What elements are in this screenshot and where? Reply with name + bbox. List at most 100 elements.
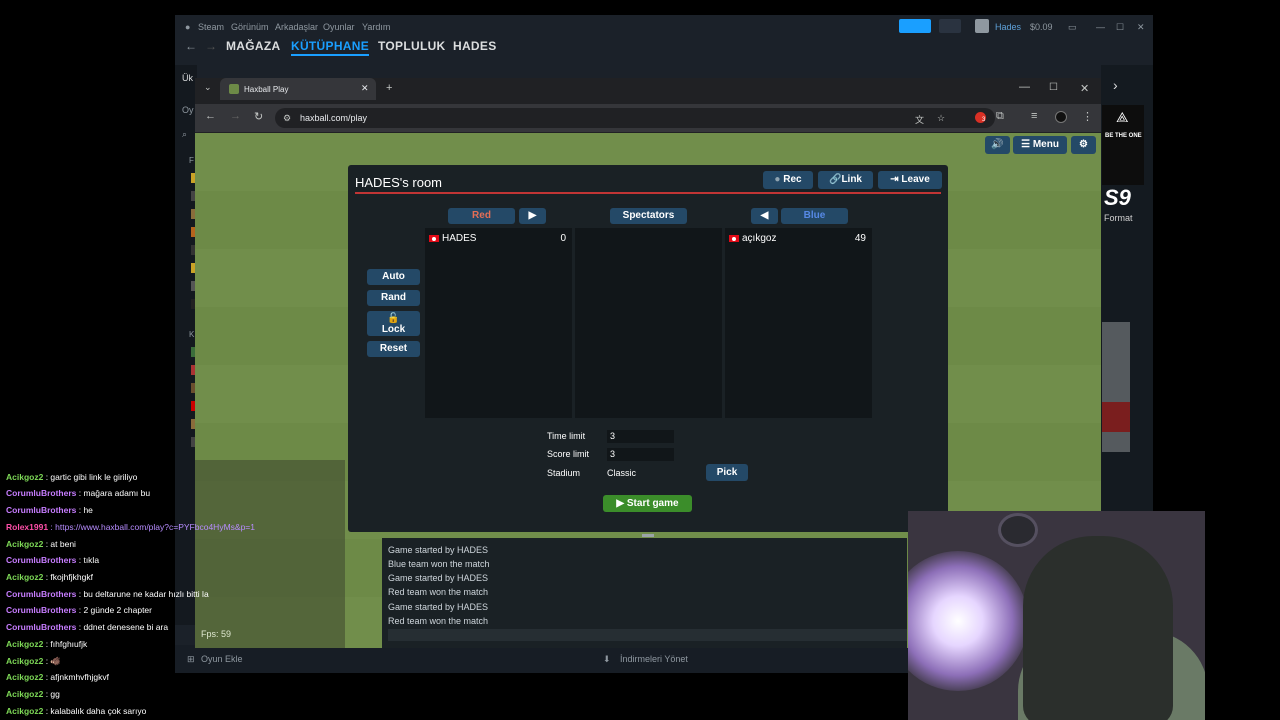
- profile-icon[interactable]: [1055, 111, 1067, 123]
- downloads-icon[interactable]: ⬇: [603, 654, 611, 665]
- leave-button[interactable]: ⇥ Leave: [878, 171, 942, 189]
- room-title: HADES's room: [355, 175, 443, 190]
- chat-user: Acikgoz2: [6, 689, 44, 699]
- steam-menu-games[interactable]: Oyunlar: [323, 22, 355, 32]
- forward-icon[interactable]: →: [205, 39, 217, 53]
- steam-menu-friends[interactable]: Arkadaşlar: [275, 22, 318, 32]
- translate-icon[interactable]: 文: [915, 113, 924, 126]
- chat-user: CorumluBrothers: [6, 605, 77, 615]
- tab-close-icon[interactable]: ✕: [361, 83, 369, 94]
- reload-icon[interactable]: ↻: [254, 110, 263, 123]
- site-info-icon[interactable]: ⚙: [283, 113, 291, 124]
- start-game-button[interactable]: ▶ Start game: [603, 495, 692, 512]
- chat-user: Acikgoz2: [6, 539, 44, 549]
- steam-menu-steam[interactable]: Steam: [198, 22, 224, 32]
- streamer: [1023, 536, 1173, 720]
- chat-message: Acikgoz2 : gg: [6, 689, 60, 699]
- steam-menu-help[interactable]: Yardım: [362, 22, 390, 32]
- media-icon[interactable]: ≡: [1031, 110, 1037, 122]
- chat-text: : gg: [43, 689, 60, 699]
- chat-message: Acikgoz2 : afjnkmhvfhjgkvf: [6, 672, 109, 682]
- leave-icon: ⇥: [890, 174, 899, 185]
- chat-message: CorumluBrothers : tıkla: [6, 555, 99, 565]
- forward-icon[interactable]: →: [230, 110, 241, 122]
- search-icon[interactable]: ⌕: [182, 129, 187, 140]
- chat-message: Acikgoz2 : fıhfghıufjk: [6, 639, 87, 649]
- logo-icon: ⟁: [1116, 109, 1129, 125]
- sound-button[interactable]: 🔊: [985, 136, 1010, 154]
- chat-message: CorumluBrothers : he: [6, 505, 93, 515]
- link-label: Link: [841, 174, 862, 185]
- sponsor-slogan: BE THE ONE: [1105, 133, 1142, 139]
- join-blue-button[interactable]: Blue: [781, 208, 848, 224]
- extension-badge: 3: [982, 117, 986, 123]
- chat-text: : 🐗: [43, 656, 61, 666]
- pick-stadium-button[interactable]: Pick: [706, 464, 748, 481]
- chevron-right-icon[interactable]: ›: [1113, 77, 1118, 93]
- score-limit-select[interactable]: 3: [607, 448, 674, 461]
- resize-handle[interactable]: [642, 534, 654, 537]
- join-spectators-button[interactable]: Spectators: [610, 208, 687, 224]
- avatar[interactable]: [975, 19, 989, 33]
- chat-message: Acikgoz2 : at beni: [6, 539, 76, 549]
- tab-haxball[interactable]: Haxball Play ✕: [220, 78, 376, 100]
- url-text[interactable]: haxball.com/play: [300, 113, 367, 123]
- reset-button[interactable]: Reset: [367, 341, 420, 357]
- more-icon[interactable]: ⋮: [1082, 110, 1093, 123]
- rec-button[interactable]: ● Rec: [763, 171, 813, 189]
- player-row[interactable]: açıkgoz 49: [729, 233, 868, 245]
- back-icon[interactable]: ←: [205, 110, 216, 122]
- rand-button[interactable]: Rand: [367, 290, 420, 306]
- maximize-icon[interactable]: ☐: [1049, 82, 1058, 93]
- move-left-button[interactable]: ◀: [751, 208, 778, 224]
- monitor-icon[interactable]: ▭: [1068, 22, 1077, 33]
- chat-message: Acikgoz2 : gartic gibi link le giriliyo: [6, 472, 137, 482]
- tab-search-icon[interactable]: ⌄: [204, 82, 212, 93]
- lock-button[interactable]: 🔓 Lock: [367, 311, 420, 336]
- join-red-button[interactable]: Red: [448, 208, 515, 224]
- maximize-icon[interactable]: ☐: [1116, 22, 1124, 33]
- steam-username[interactable]: Hades: [995, 22, 1021, 32]
- nav-profile[interactable]: HADES: [453, 39, 497, 53]
- menu-button[interactable]: ☰ Menu: [1013, 136, 1067, 154]
- auto-button[interactable]: Auto: [367, 269, 420, 285]
- time-limit-select[interactable]: 3: [607, 430, 674, 443]
- move-right-button[interactable]: ▶: [519, 208, 546, 224]
- chat-message: CorumluBrothers : ddnet denesene bi ara: [6, 622, 168, 632]
- game-art: [1102, 322, 1130, 452]
- minimize-icon[interactable]: —: [1096, 22, 1105, 32]
- address-bar[interactable]: ⚙ haxball.com/play 文 ☆: [275, 108, 995, 128]
- player-score: 49: [854, 233, 866, 244]
- close-icon[interactable]: ✕: [1080, 82, 1089, 95]
- minimize-icon[interactable]: —: [1019, 81, 1030, 93]
- nav-library[interactable]: KÜTÜPHANE: [291, 39, 370, 56]
- back-icon[interactable]: ←: [185, 39, 197, 53]
- settings-button[interactable]: ⚙: [1071, 136, 1096, 154]
- log-line: Game started by HADES: [388, 545, 489, 555]
- broadcast-button[interactable]: [899, 19, 931, 33]
- chat-user: Acikgoz2: [6, 639, 44, 649]
- menu-icon: ☰: [1021, 139, 1031, 150]
- notifications-button[interactable]: [939, 19, 961, 33]
- close-icon[interactable]: ✕: [1137, 22, 1145, 33]
- link-button[interactable]: 🔗Link: [818, 171, 873, 189]
- extensions-icon[interactable]: ⧉: [996, 110, 1004, 123]
- chat-text: : tıkla: [76, 555, 100, 565]
- bookmark-icon[interactable]: ☆: [937, 113, 945, 124]
- player-score: 0: [560, 233, 566, 244]
- player-name: HADES: [442, 233, 477, 244]
- player-row[interactable]: HADES 0: [429, 233, 568, 245]
- home-tab[interactable]: Ük: [182, 73, 193, 83]
- nav-community[interactable]: TOPLULUK: [378, 39, 446, 53]
- chat-message: CorumluBrothers : mağara adamı bu: [6, 488, 150, 498]
- stream-chat: Acikgoz2 : gartic gibi link le giriliyo …: [0, 455, 345, 720]
- nav-store[interactable]: MAĞAZA: [226, 39, 280, 53]
- steam-menu-view[interactable]: Görünüm: [231, 22, 269, 32]
- log-line: Game started by HADES: [388, 602, 489, 612]
- turkey-flag-icon: [429, 235, 439, 242]
- chat-message: CorumluBrothers : bu deltarune ne kadar …: [6, 589, 209, 599]
- manage-downloads-button[interactable]: İndirmeleri Yönet: [620, 654, 688, 664]
- chat-input[interactable]: [388, 629, 907, 641]
- new-tab-icon[interactable]: +: [386, 82, 392, 94]
- chat-text: : afjnkmhvfhjgkvf: [43, 672, 109, 682]
